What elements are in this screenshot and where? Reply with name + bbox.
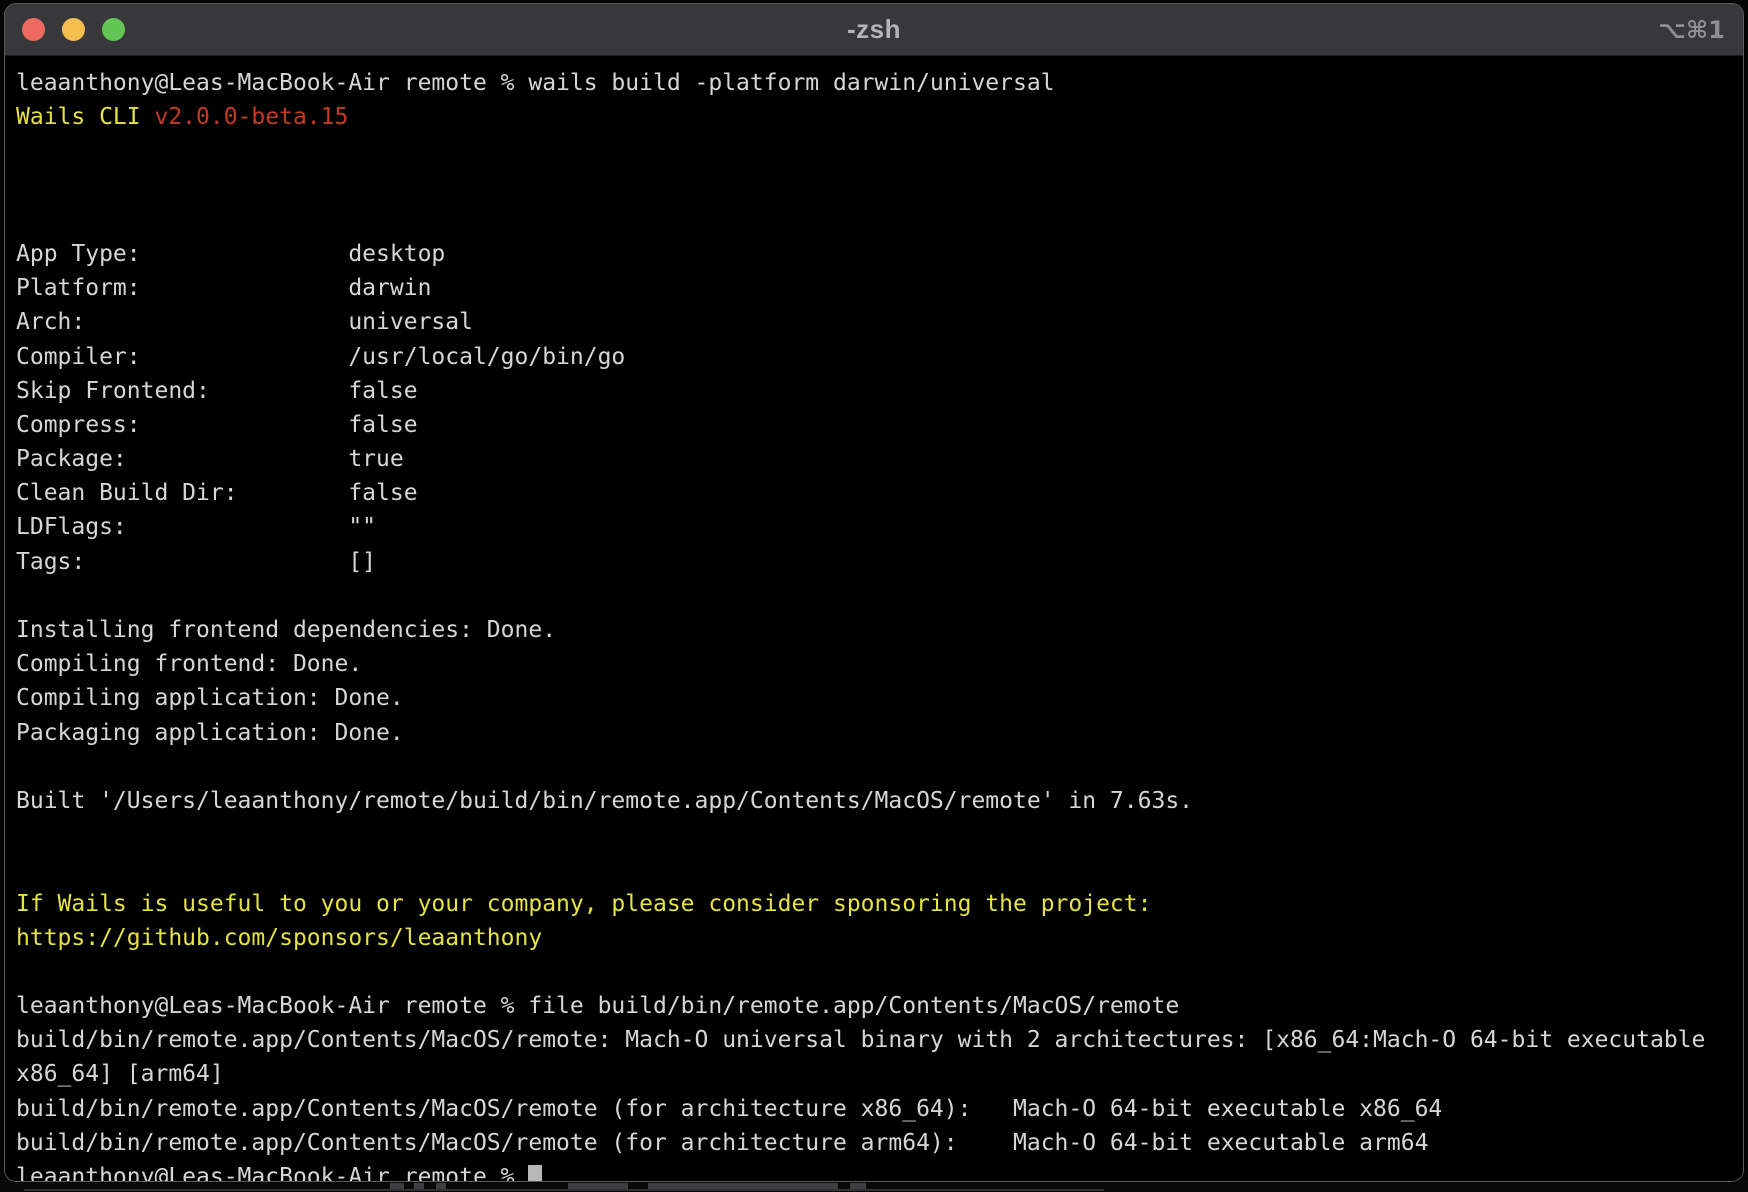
terminal-line: Installing frontend dependencies: Done. — [16, 613, 1743, 647]
terminal-line: x86_64] [arm64] — [16, 1057, 1743, 1091]
traffic-lights — [22, 4, 125, 55]
terminal-text: https://github.com/sponsors/leaanthony — [16, 925, 542, 951]
terminal-line: App Type: desktop — [16, 237, 1743, 271]
terminal-line: Package: true — [16, 442, 1743, 476]
terminal-window: -zsh ⌥⌘1 leaanthony@Leas-MacBook-Air rem… — [4, 3, 1744, 1182]
terminal-text: Compiler: /usr/local/go/bin/go — [16, 344, 625, 370]
terminal-text: leaanthony@Leas-MacBook-Air remote % wai… — [16, 70, 1055, 96]
terminal-line: https://github.com/sponsors/leaanthony — [16, 921, 1743, 955]
terminal-text: Built '/Users/leaanthony/remote/build/bi… — [16, 788, 1193, 814]
terminal-line: Platform: darwin — [16, 271, 1743, 305]
background-window-edge — [24, 1189, 1104, 1191]
terminal-line: Skip Frontend: false — [16, 374, 1743, 408]
terminal-line: Packaging application: Done. — [16, 716, 1743, 750]
tab-shortcut-badge: ⌥⌘1 — [1658, 4, 1725, 55]
minimize-button[interactable] — [62, 18, 85, 41]
zoom-button[interactable] — [102, 18, 125, 41]
terminal-text: leaanthony@Leas-MacBook-Air remote % — [16, 1164, 528, 1181]
terminal-text: Arch: universal — [16, 309, 473, 335]
window-title: -zsh — [847, 14, 901, 45]
terminal-line: If Wails is useful to you or your compan… — [16, 887, 1743, 921]
terminal-text: Compress: false — [16, 412, 418, 438]
terminal-line — [16, 852, 1743, 886]
terminal-line: Clean Build Dir: false — [16, 476, 1743, 510]
terminal-cursor — [528, 1165, 542, 1181]
terminal-line: build/bin/remote.app/Contents/MacOS/remo… — [16, 1092, 1743, 1126]
terminal-line — [16, 579, 1743, 613]
terminal-line: Built '/Users/leaanthony/remote/build/bi… — [16, 784, 1743, 818]
terminal-text: leaanthony@Leas-MacBook-Air remote % fil… — [16, 993, 1179, 1019]
terminal-line — [16, 169, 1743, 203]
terminal-line: leaanthony@Leas-MacBook-Air remote % fil… — [16, 989, 1743, 1023]
terminal-line — [16, 134, 1743, 168]
terminal-text: Package: true — [16, 446, 404, 472]
terminal-text: Skip Frontend: false — [16, 378, 418, 404]
terminal-line: leaanthony@Leas-MacBook-Air remote % wai… — [16, 66, 1743, 100]
terminal-line — [16, 750, 1743, 784]
terminal-line: Compiler: /usr/local/go/bin/go — [16, 340, 1743, 374]
terminal-text: Clean Build Dir: false — [16, 480, 418, 506]
terminal-text: build/bin/remote.app/Contents/MacOS/remo… — [16, 1027, 1705, 1053]
terminal-line: Arch: universal — [16, 305, 1743, 339]
terminal-text: If Wails is useful to you or your compan… — [16, 891, 1151, 917]
terminal-line: Wails CLI v2.0.0-beta.15 — [16, 100, 1743, 134]
terminal-line — [16, 818, 1743, 852]
terminal-text: v2.0.0-beta.15 — [154, 104, 348, 130]
terminal-text: Platform: darwin — [16, 275, 431, 301]
terminal-text: Compiling application: Done. — [16, 685, 404, 711]
terminal-line — [16, 955, 1743, 989]
terminal-text: build/bin/remote.app/Contents/MacOS/remo… — [16, 1130, 1428, 1156]
terminal-line: build/bin/remote.app/Contents/MacOS/remo… — [16, 1023, 1743, 1057]
terminal-text: x86_64] [arm64] — [16, 1061, 224, 1087]
terminal-text: Tags: [] — [16, 549, 376, 575]
terminal-text: Compiling frontend: Done. — [16, 651, 362, 677]
terminal-output[interactable]: leaanthony@Leas-MacBook-Air remote % wai… — [5, 56, 1743, 1181]
terminal-line: Compress: false — [16, 408, 1743, 442]
terminal-line: build/bin/remote.app/Contents/MacOS/remo… — [16, 1126, 1743, 1160]
close-button[interactable] — [22, 18, 45, 41]
terminal-text: Packaging application: Done. — [16, 720, 404, 746]
terminal-line: LDFlags: "" — [16, 510, 1743, 544]
terminal-line: leaanthony@Leas-MacBook-Air remote % — [16, 1160, 1743, 1181]
terminal-line: Compiling application: Done. — [16, 681, 1743, 715]
terminal-text: build/bin/remote.app/Contents/MacOS/remo… — [16, 1096, 1442, 1122]
titlebar[interactable]: -zsh ⌥⌘1 — [5, 4, 1743, 56]
terminal-text: Wails CLI — [16, 104, 154, 130]
terminal-text: App Type: desktop — [16, 241, 445, 267]
terminal-text: LDFlags: "" — [16, 514, 376, 540]
terminal-text: Installing frontend dependencies: Done. — [16, 617, 556, 643]
terminal-line: Tags: [] — [16, 545, 1743, 579]
terminal-line — [16, 203, 1743, 237]
terminal-line: Compiling frontend: Done. — [16, 647, 1743, 681]
desktop: -zsh ⌥⌘1 leaanthony@Leas-MacBook-Air rem… — [0, 0, 1748, 1192]
